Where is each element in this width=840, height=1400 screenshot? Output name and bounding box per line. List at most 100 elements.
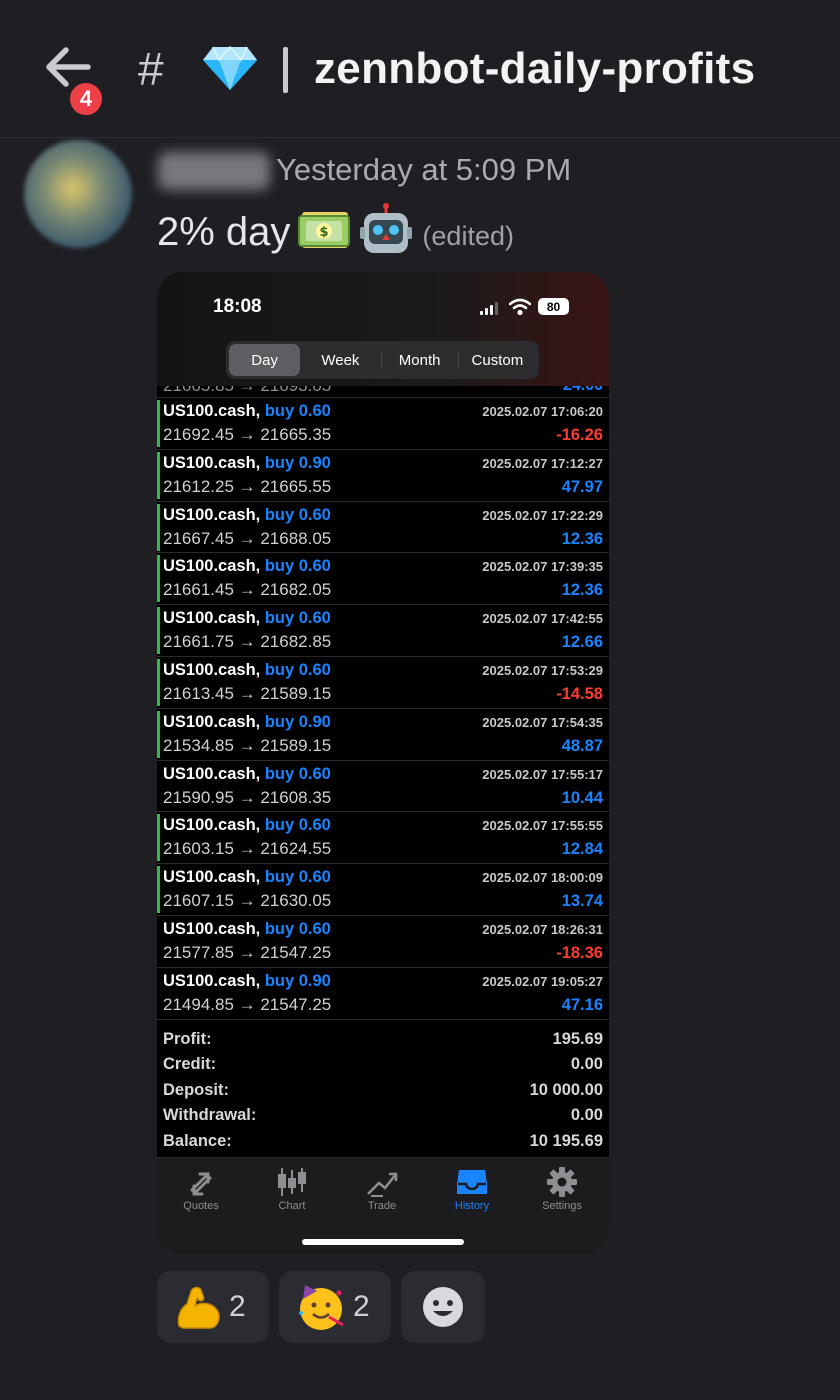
trade-row[interactable]: US100.cash, buy 0.90 2025.02.07 17:54:35 2… [157, 709, 609, 761]
trade-direction: buy 0.60 [264, 660, 331, 679]
reaction-flex[interactable]: 2 [157, 1271, 269, 1343]
trade-symbol: US100.cash, buy 0.90 [163, 454, 331, 473]
trade-time: 2025.02.07 17:55:17 [482, 766, 603, 782]
trade-price: 21534.85 → 21589.15 [163, 735, 332, 755]
symbol-text: US100.cash, [163, 919, 261, 938]
summary-label: Withdrawal: [163, 1106, 257, 1125]
reaction-party[interactable]: 2 [279, 1271, 391, 1343]
channel-separator [283, 47, 288, 93]
battery-icon: 80 [538, 298, 569, 315]
reaction-bar: 2 2 [157, 1271, 485, 1343]
trade-row[interactable]: US100.cash, buy 0.60 2025.02.07 17:53:29 2… [157, 657, 609, 709]
username-blurred[interactable] [158, 152, 270, 190]
quotes-icon [190, 1172, 212, 1196]
trade-symbol: US100.cash, buy 0.60 [163, 816, 331, 835]
status-area: 18:08 80 Day Week Month Custom [157, 272, 609, 386]
home-indicator [302, 1239, 464, 1245]
status-time: 18:08 [213, 296, 262, 317]
gear-icon [547, 1167, 577, 1197]
edited-label: (edited) [422, 220, 514, 251]
trade-price: 21607.15 → 21630.05 [163, 891, 332, 911]
symbol-text: US100.cash, [163, 816, 261, 835]
trade-time: 2025.02.07 18:26:31 [482, 921, 603, 937]
attachment-image[interactable]: 18:08 80 Day Week Month Custom 21665.85 … [157, 272, 609, 1253]
symbol-text: US100.cash, [163, 971, 261, 990]
reaction-count: 2 [229, 1290, 246, 1323]
gem-icon [203, 45, 257, 90]
tab-label: History [454, 1200, 490, 1212]
tab-label: Quotes [183, 1200, 219, 1212]
tab-settings[interactable]: Settings [527, 1166, 597, 1212]
trade-row[interactable]: US100.cash, buy 0.60 2025.02.07 18:26:31 2… [157, 916, 609, 968]
money-bill-icon: $ [298, 208, 352, 257]
channel-name[interactable]: zennbot-daily-profits [314, 44, 755, 94]
summary-value: 195.69 [552, 1030, 603, 1048]
summary-credit: Credit: 0.00 [157, 1052, 609, 1077]
trade-direction: buy 0.90 [264, 712, 331, 731]
trade-row[interactable]: US100.cash, buy 0.60 2025.02.07 17:55:17 2… [157, 761, 609, 813]
message-timestamp: Yesterday at 5:09 PM [276, 152, 572, 187]
trade-symbol: US100.cash, buy 0.60 [163, 868, 331, 887]
trade-row[interactable]: US100.cash, buy 0.60 2025.02.07 18:00:09 2… [157, 864, 609, 916]
trade-symbol: US100.cash, buy 0.60 [163, 402, 331, 421]
add-reaction-icon [423, 1287, 463, 1327]
trade-time: 2025.02.07 17:06:20 [482, 404, 603, 419]
trade-symbol: US100.cash, buy 0.60 [163, 661, 331, 680]
channel-header: 4 # zennbot-daily-profits [0, 0, 840, 138]
trade-row[interactable]: US100.cash, buy 0.60 2025.02.07 17:55:55 2… [157, 812, 609, 865]
trade-row[interactable]: US100.cash, buy 0.60 2025.02.07 17:42:55 2… [157, 605, 609, 657]
summary-value: 10 000.00 [529, 1080, 603, 1099]
trade-direction: buy 0.60 [264, 764, 331, 783]
trade-time: 2025.02.07 17:55:55 [482, 818, 603, 834]
trade-time: 2025.02.07 17:22:29 [482, 507, 603, 523]
symbol-text: US100.cash, [163, 764, 261, 783]
add-reaction-button[interactable] [401, 1271, 485, 1343]
trade-price: 21667.45 → 21688.05 [163, 528, 332, 548]
segment-week[interactable]: Week [300, 344, 380, 376]
tab-label: Chart [278, 1200, 306, 1212]
symbol-text: US100.cash, [163, 505, 261, 524]
symbol-text: US100.cash, [163, 453, 261, 472]
period-segmented-control: Day Week Month Custom [226, 341, 539, 379]
tab-chart[interactable]: Chart [257, 1166, 327, 1212]
tab-label: Trade [367, 1200, 397, 1212]
trade-profit: 24.00 [563, 386, 603, 395]
tab-quotes[interactable]: Quotes [166, 1166, 236, 1212]
trade-row[interactable]: US100.cash, buy 0.90 2025.02.07 17:12:27 2… [157, 450, 609, 502]
trade-row[interactable]: US100.cash, buy 0.60 2025.02.07 17:39:35 2… [157, 553, 609, 606]
symbol-text: US100.cash, [163, 712, 261, 731]
trade-price: 21692.45 → 21665.35 [163, 425, 332, 444]
trade-time: 2025.02.07 17:53:29 [482, 662, 603, 678]
trade-row[interactable]: US100.cash, buy 0.60 2025.02.07 17:06:20 2… [157, 398, 609, 450]
trade-direction: buy 0.60 [264, 919, 331, 938]
symbol-text: US100.cash, [163, 402, 261, 420]
history-inbox-icon [457, 1170, 487, 1194]
tab-label: Settings [542, 1200, 582, 1212]
summary-label: Credit: [163, 1055, 217, 1074]
avatar[interactable] [24, 140, 132, 248]
tab-history[interactable]: History [437, 1166, 507, 1212]
segment-custom[interactable]: Custom [459, 344, 536, 376]
segment-day[interactable]: Day [229, 344, 301, 376]
trade-time: 2025.02.07 17:42:55 [482, 611, 603, 627]
tab-trade[interactable]: Trade [347, 1166, 417, 1212]
trade-direction: buy 0.60 [264, 816, 331, 835]
summary-deposit: Deposit: 10 000.00 [157, 1078, 609, 1103]
account-summary: Profit: 195.69 Credit: 0.00 Deposit: 10 000… [157, 1027, 609, 1154]
trade-direction: buy 0.60 [264, 505, 331, 524]
trade-price: 21577.85 → 21547.25 [163, 942, 332, 962]
trade-row[interactable]: US100.cash, buy 0.60 2025.02.07 17:22:29 2… [157, 502, 609, 554]
summary-label: Deposit: [163, 1080, 229, 1099]
trade-profit: 47.97 [561, 477, 603, 496]
trade-profit: 13.74 [561, 892, 603, 911]
trade-profit: 48.87 [561, 736, 603, 755]
trade-symbol: US100.cash, buy 0.90 [163, 972, 331, 991]
summary-value: 10 195.69 [529, 1131, 603, 1150]
trade-direction: buy 0.60 [264, 402, 331, 420]
trade-row[interactable]: US100.cash, buy 0.90 2025.02.07 19:05:27 2… [157, 968, 609, 1020]
trade-symbol: US100.cash, buy 0.60 [163, 920, 331, 939]
segment-month[interactable]: Month [382, 344, 458, 376]
message-text: 2% day [157, 209, 291, 254]
symbol-text: US100.cash, [163, 609, 261, 628]
trade-icon [367, 1172, 398, 1197]
